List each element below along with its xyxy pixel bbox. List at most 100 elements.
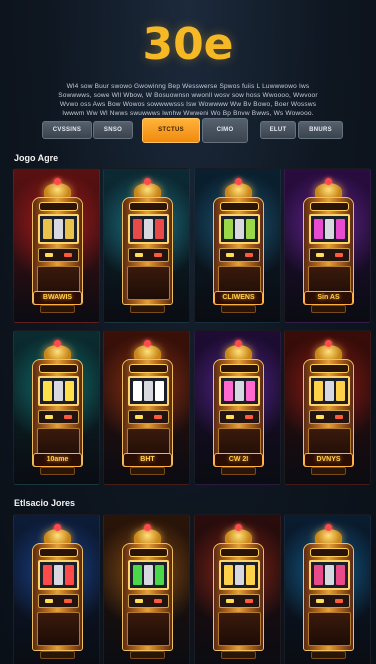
reel (235, 381, 244, 401)
topper-display (220, 548, 259, 557)
reel-screen (309, 376, 350, 406)
game-name-sign: BWAWIS (33, 291, 82, 305)
game-card[interactable] (103, 168, 190, 323)
filter-button[interactable]: ELUT (260, 121, 296, 139)
button-panel (219, 248, 260, 262)
reel (54, 219, 63, 239)
intro-description: Wl4 sow Buur swowo Gwowinng Bep Wesswers… (58, 83, 318, 117)
button-panel (309, 594, 350, 608)
topper-display (39, 364, 78, 373)
filter-button[interactable]: SNSO (93, 121, 133, 139)
slot-cabinet (213, 543, 264, 651)
game-name-sign: CW 2I (214, 453, 263, 467)
reel (224, 219, 233, 239)
reel (133, 219, 142, 239)
slot-cabinet (213, 197, 264, 305)
button-panel (309, 410, 350, 424)
reel (54, 565, 63, 585)
category-filter-bar: CVSSINS SNSO STCTUS CIMO ELUT BNURS (0, 118, 376, 144)
section-title: Jogo Agre (14, 153, 59, 163)
topper-display (310, 202, 349, 211)
slot-cabinet (32, 359, 83, 467)
slot-cabinet (32, 197, 83, 305)
brand-logo[interactable]: 30e (0, 18, 376, 72)
slot-cabinet (303, 543, 354, 651)
cabinet-plinth (40, 305, 75, 313)
button-panel (219, 594, 260, 608)
game-card[interactable]: 10ame (13, 330, 100, 485)
game-card[interactable] (13, 514, 100, 664)
game-card[interactable]: DVNYS (284, 330, 371, 485)
slot-cabinet (122, 543, 173, 651)
reel (246, 565, 255, 585)
button-panel (128, 410, 169, 424)
reel (155, 565, 164, 585)
reel (133, 381, 142, 401)
cabinet-base (218, 612, 261, 646)
game-card[interactable] (103, 514, 190, 664)
topper-display (39, 548, 78, 557)
reel-screen (309, 560, 350, 590)
reel (144, 219, 153, 239)
slot-machine-image (30, 524, 85, 659)
reel (314, 381, 323, 401)
cabinet-plinth (130, 467, 165, 475)
cabinet-plinth (130, 651, 165, 659)
reel (314, 219, 323, 239)
reel (336, 381, 345, 401)
reel (336, 565, 345, 585)
reel-screen (38, 560, 79, 590)
button-panel (128, 594, 169, 608)
slot-cabinet (122, 359, 173, 467)
game-card[interactable]: Sin AS (284, 168, 371, 323)
cabinet-plinth (221, 467, 256, 475)
game-card[interactable]: BHT (103, 330, 190, 485)
button-panel (128, 248, 169, 262)
cabinet-base (127, 266, 170, 300)
reel (235, 219, 244, 239)
reel (325, 565, 334, 585)
reel (325, 381, 334, 401)
cabinet-plinth (311, 651, 346, 659)
button-panel (309, 248, 350, 262)
reel (144, 381, 153, 401)
reel-screen (128, 214, 169, 244)
reel-screen (128, 376, 169, 406)
game-card[interactable] (284, 514, 371, 664)
reel (65, 381, 74, 401)
game-name-sign: BHT (123, 453, 172, 467)
reel-screen (309, 214, 350, 244)
reel (235, 565, 244, 585)
game-name-sign: DVNYS (304, 453, 353, 467)
slot-machine-image (211, 524, 266, 659)
reel (43, 219, 52, 239)
cabinet-base (308, 612, 351, 646)
cabinet-plinth (311, 305, 346, 313)
cabinet-plinth (130, 305, 165, 313)
reel (65, 565, 74, 585)
filter-button-active[interactable]: STCTUS (142, 118, 200, 143)
reel-screen (219, 560, 260, 590)
button-panel (219, 410, 260, 424)
cabinet-plinth (40, 467, 75, 475)
game-card[interactable]: CLIWENS (194, 168, 281, 323)
game-card[interactable]: CW 2I (194, 330, 281, 485)
cabinet-plinth (221, 651, 256, 659)
game-card[interactable]: BWAWIS (13, 168, 100, 323)
topper-display (220, 364, 259, 373)
filter-button[interactable]: CVSSINS (42, 121, 92, 139)
filter-button[interactable]: BNURS (298, 121, 343, 139)
topper-display (39, 202, 78, 211)
game-card[interactable] (194, 514, 281, 664)
reel (336, 219, 345, 239)
game-name-sign: CLIWENS (214, 291, 263, 305)
cabinet-plinth (221, 305, 256, 313)
button-panel (38, 594, 79, 608)
reel (155, 219, 164, 239)
section-title: Etlsacio Jores (14, 498, 76, 508)
reel-screen (38, 214, 79, 244)
filter-button[interactable]: CIMO (202, 118, 248, 143)
reel (65, 219, 74, 239)
slot-machine-image (120, 524, 175, 659)
button-panel (38, 248, 79, 262)
